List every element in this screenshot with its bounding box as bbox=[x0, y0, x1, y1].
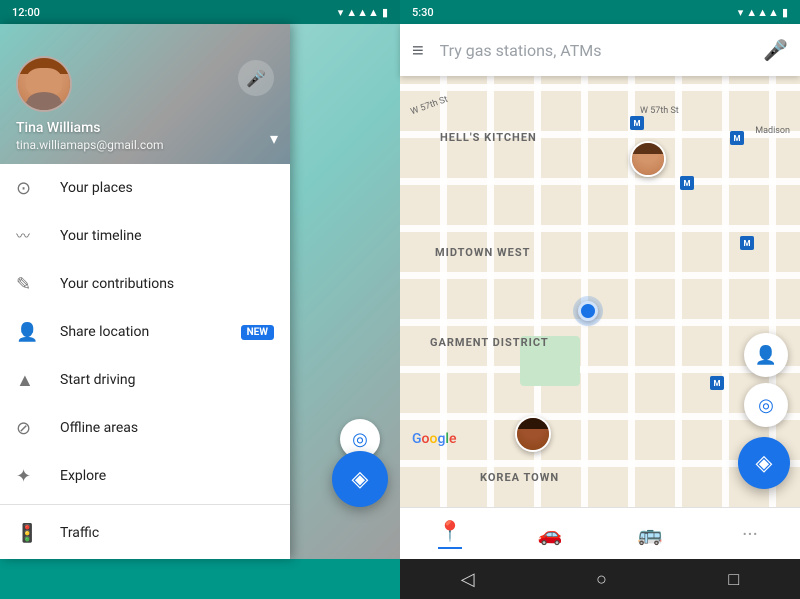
offline-icon: ⊘ bbox=[16, 418, 48, 439]
neighborhood-garment-district: GARMENT DISTRICT bbox=[430, 336, 549, 349]
time-right: 5:30 bbox=[412, 6, 434, 19]
bottom-tabs: 📍 🚗 🚌 ··· bbox=[400, 507, 800, 559]
menu-item-share-location[interactable]: 👤 Share location NEW bbox=[0, 308, 290, 356]
current-location-dot bbox=[578, 301, 598, 321]
status-bar-left: 12:00 ▾ ▲▲▲ ▮ bbox=[0, 0, 400, 24]
bottom-nav-right: ◁ ○ □ bbox=[400, 559, 800, 599]
my-location-fab-right[interactable]: ◎ bbox=[744, 383, 788, 427]
time-left: 12:00 bbox=[12, 6, 40, 19]
menu-label-traffic: Traffic bbox=[60, 525, 274, 541]
navigate-fab-left[interactable]: ◈ bbox=[332, 451, 388, 507]
menu-divider bbox=[0, 504, 290, 505]
search-placeholder[interactable]: Try gas stations, ATMs bbox=[440, 41, 763, 60]
avatar-image bbox=[18, 58, 70, 110]
account-arrow[interactable]: ▾ bbox=[270, 129, 278, 148]
drawer-menu: ⊙ Your places 〰 Your timeline ✎ Your con… bbox=[0, 164, 290, 559]
menu-item-traffic[interactable]: 🚦 Traffic bbox=[0, 509, 290, 557]
pin-icon: ⊙ bbox=[16, 178, 48, 199]
tab-driving[interactable]: 🚗 bbox=[500, 516, 600, 552]
phone-right: 5:30 ▾ ▲▲▲ ▮ ≡ Try gas stations, ATMs 🎤 … bbox=[400, 0, 800, 599]
menu-label-share-location: Share location bbox=[60, 324, 233, 340]
new-badge: NEW bbox=[241, 325, 274, 340]
street-label-57-e: W 57th St bbox=[640, 106, 679, 116]
user-email: tina.williamaps@gmail.com bbox=[16, 138, 274, 152]
status-bar-right: 5:30 ▾ ▲▲▲ ▮ bbox=[400, 0, 800, 24]
tab-active-indicator bbox=[438, 547, 462, 549]
g-logo-o1: o bbox=[422, 431, 430, 447]
map-right[interactable]: HELL'S KITCHEN MIDTOWN WEST GARMENT DIST… bbox=[400, 76, 800, 507]
explore-tab-icon: 📍 bbox=[438, 519, 463, 543]
wifi-icon-right: ▾ bbox=[738, 6, 744, 19]
signal-icon-right: ▲▲▲ bbox=[746, 6, 779, 19]
status-icons-right: ▾ ▲▲▲ ▮ bbox=[738, 6, 788, 19]
share-location-icon-fab: 👤 bbox=[755, 345, 777, 366]
metro-icon-4: M bbox=[740, 236, 754, 250]
menu-item-your-contributions[interactable]: ✎ Your contributions bbox=[0, 260, 290, 308]
map-user-avatar-1 bbox=[630, 141, 666, 177]
explore-icon: ✦ bbox=[16, 466, 48, 487]
metro-icon-2: M bbox=[680, 176, 694, 190]
drawer-header-content: Tina Williams tina.williamaps@gmail.com bbox=[16, 56, 274, 152]
menu-label-start-driving: Start driving bbox=[60, 372, 274, 388]
driving-tab-icon: 🚗 bbox=[538, 522, 563, 546]
timeline-icon: 〰 bbox=[16, 226, 48, 246]
mic-icon-right[interactable]: 🎤 bbox=[763, 38, 788, 62]
metro-icon-1: M bbox=[630, 116, 644, 130]
menu-label-your-timeline: Your timeline bbox=[60, 228, 274, 244]
traffic-icon: 🚦 bbox=[16, 523, 48, 544]
menu-item-your-timeline[interactable]: 〰 Your timeline bbox=[0, 212, 290, 260]
neighborhood-midtown-west: MIDTOWN WEST bbox=[435, 246, 530, 259]
menu-item-explore[interactable]: ✦ Explore bbox=[0, 452, 290, 500]
menu-item-public-transit[interactable]: 🚌 Public transit bbox=[0, 557, 290, 559]
transit-tab-icon: 🚌 bbox=[638, 522, 663, 546]
menu-label-explore: Explore bbox=[60, 468, 274, 484]
navigate-icon-left: ◈ bbox=[352, 467, 369, 492]
neighborhood-hells-kitchen: HELL'S KITCHEN bbox=[440, 131, 537, 144]
menu-label-your-places: Your places bbox=[60, 180, 274, 196]
g-logo-g: G bbox=[412, 431, 422, 447]
more-tab-icon: ··· bbox=[742, 522, 758, 546]
google-logo: Google bbox=[412, 431, 456, 447]
menu-item-offline-areas[interactable]: ⊘ Offline areas bbox=[0, 404, 290, 452]
menu-item-start-driving[interactable]: ▲ Start driving bbox=[0, 356, 290, 404]
street-label-madison: Madison bbox=[755, 126, 790, 136]
signal-icon-left: ▲▲▲ bbox=[346, 6, 379, 19]
neighborhood-korea-town: KOREA TOWN bbox=[480, 471, 559, 484]
recent-button-right[interactable]: □ bbox=[708, 561, 759, 598]
metro-icon-5: M bbox=[710, 376, 724, 390]
edit-icon: ✎ bbox=[16, 274, 48, 295]
user-name: Tina Williams bbox=[16, 120, 274, 136]
navigate-arrow-icon: ◈ bbox=[756, 451, 773, 476]
wifi-icon-left: ▾ bbox=[338, 6, 344, 19]
metro-icon-3: M bbox=[730, 131, 744, 145]
g-logo-e: e bbox=[449, 431, 457, 447]
share-location-fab[interactable]: 👤 bbox=[744, 333, 788, 377]
battery-icon-right: ▮ bbox=[782, 6, 788, 19]
location-target-icon: ◎ bbox=[758, 395, 774, 416]
drive-icon: ▲ bbox=[16, 370, 48, 391]
status-icons-left: ▾ ▲▲▲ ▮ bbox=[338, 6, 388, 19]
menu-item-your-places[interactable]: ⊙ Your places bbox=[0, 164, 290, 212]
location-icon-left: ◎ bbox=[352, 429, 368, 450]
phone-left: 12:00 ▾ ▲▲▲ ▮ ◎ ◈ 🎤 bbox=[0, 0, 400, 599]
search-bar[interactable]: ≡ Try gas stations, ATMs 🎤 bbox=[400, 24, 800, 76]
hamburger-icon[interactable]: ≡ bbox=[412, 38, 424, 63]
menu-label-offline-areas: Offline areas bbox=[60, 420, 274, 436]
navigate-fab-right[interactable]: ◈ bbox=[738, 437, 790, 489]
navigation-drawer: 🎤 Tina Williams tina.williamaps@gmail.co… bbox=[0, 24, 290, 559]
tab-explore[interactable]: 📍 bbox=[400, 513, 500, 555]
menu-label-your-contributions: Your contributions bbox=[60, 276, 274, 292]
tab-more[interactable]: ··· bbox=[700, 516, 800, 552]
share-location-icon: 👤 bbox=[16, 322, 48, 343]
battery-icon-left: ▮ bbox=[382, 6, 388, 19]
drawer-header: 🎤 Tina Williams tina.williamaps@gmail.co… bbox=[0, 24, 290, 164]
back-button-right[interactable]: ◁ bbox=[441, 561, 495, 598]
home-button-right[interactable]: ○ bbox=[576, 561, 627, 598]
tab-transit[interactable]: 🚌 bbox=[600, 516, 700, 552]
user-avatar[interactable] bbox=[16, 56, 72, 112]
map-user-avatar-2 bbox=[515, 416, 551, 452]
